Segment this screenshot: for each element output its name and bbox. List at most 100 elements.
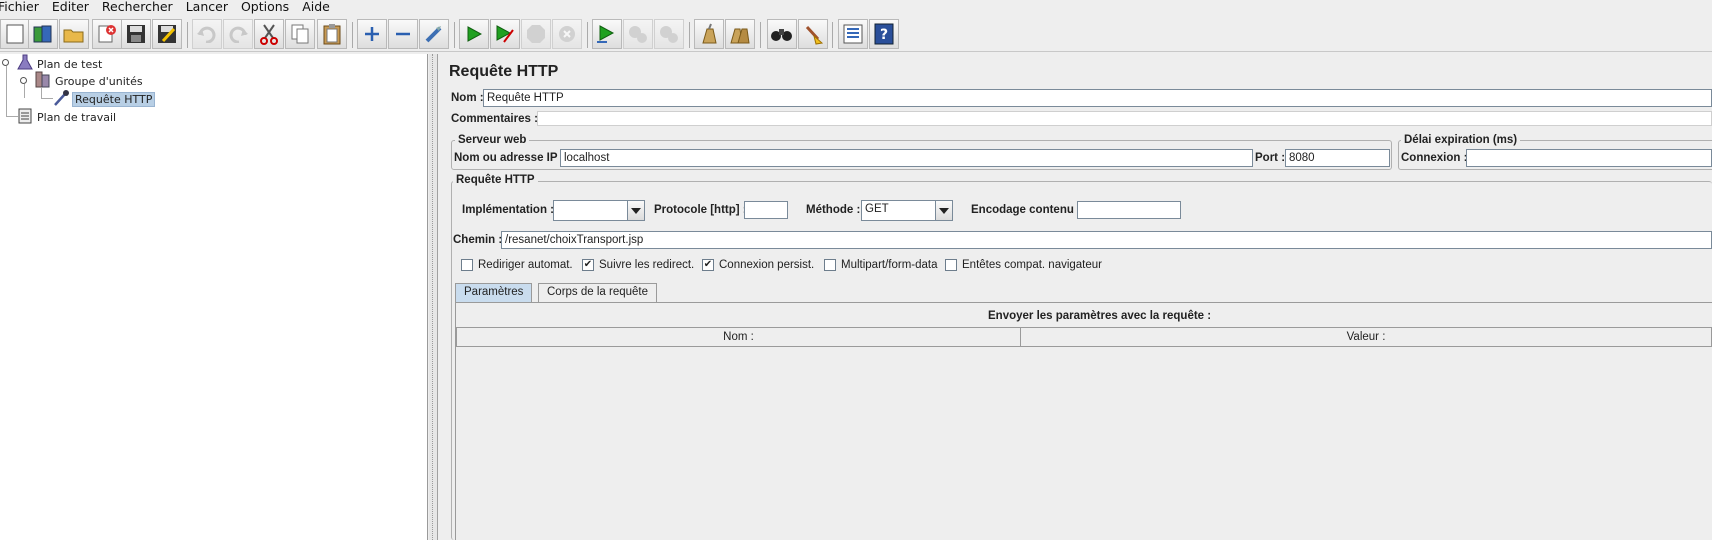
column-header-value[interactable]: Valeur : (1020, 327, 1712, 347)
start-no-pause-button[interactable] (490, 19, 520, 49)
close-button[interactable] (92, 19, 122, 49)
expand-button[interactable] (357, 19, 387, 49)
remote-start-icon (596, 24, 618, 44)
shutdown-button[interactable] (552, 19, 582, 49)
new-icon (6, 24, 24, 44)
function-helper-icon (843, 24, 863, 44)
collapse-button[interactable] (388, 19, 418, 49)
templates-button[interactable] (28, 19, 58, 49)
http-request-group-title: Requête HTTP (453, 174, 538, 186)
clear-all-icon (729, 23, 751, 45)
path-field[interactable]: /resanet/choixTransport.jsp (501, 231, 1712, 249)
help-button[interactable]: ? (869, 19, 899, 49)
chevron-down-icon[interactable] (627, 201, 644, 220)
implementation-select[interactable] (553, 200, 645, 221)
open-button[interactable] (59, 19, 89, 49)
connect-timeout-label: Connexion : (1401, 152, 1468, 164)
checkbox-label: Entêtes compat. navigateur (962, 259, 1102, 271)
toggle-button[interactable] (419, 19, 449, 49)
undo-button[interactable] (192, 19, 222, 49)
shutdown-icon (557, 24, 577, 44)
checkbox-box (945, 259, 957, 271)
paste-icon (322, 23, 342, 45)
new-button[interactable] (0, 19, 30, 49)
split-pane-divider[interactable] (429, 54, 438, 540)
svg-text:?: ? (880, 27, 888, 43)
timeout-title: Délai expiration (ms) (1401, 134, 1521, 146)
start-button[interactable] (459, 19, 489, 49)
clear-all-button[interactable] (725, 19, 755, 49)
paste-button[interactable] (317, 19, 347, 49)
expand-toggle[interactable] (2, 59, 9, 66)
stop-button[interactable] (521, 19, 551, 49)
undo-icon (196, 25, 218, 43)
host-field[interactable]: localhost (560, 149, 1253, 167)
tree-node-label: Requête HTTP (72, 91, 156, 107)
remote-stop-icon (627, 24, 649, 44)
remote-shutdown-button[interactable] (654, 19, 684, 49)
thread-group-icon (34, 71, 51, 91)
tree-line (6, 66, 7, 116)
toolbar-separator (689, 22, 690, 48)
menu-file[interactable]: Fichier (0, 0, 39, 14)
protocol-label: Protocole [http] : (654, 204, 747, 216)
start-icon (466, 25, 482, 43)
encoding-field[interactable] (1077, 201, 1181, 219)
save-as-icon (157, 24, 177, 44)
comments-field[interactable] (537, 111, 1712, 126)
checkbox-box (461, 259, 473, 271)
help-icon: ? (874, 23, 894, 45)
save-icon (126, 24, 146, 44)
clear-button[interactable] (694, 19, 724, 49)
menu-edit[interactable]: Editer (52, 0, 89, 14)
menu-options[interactable]: Options (241, 0, 289, 14)
redo-button[interactable] (223, 19, 253, 49)
checkbox-label: Rediriger automat. (478, 259, 573, 271)
cut-button[interactable] (254, 19, 284, 49)
reset-search-button[interactable] (798, 19, 828, 49)
redo-icon (227, 25, 249, 43)
chevron-down-icon[interactable] (935, 201, 952, 220)
remote-shutdown-icon (658, 24, 680, 44)
save-button[interactable] (121, 19, 151, 49)
column-header-name[interactable]: Nom : (456, 327, 1021, 347)
function-helper-button[interactable] (838, 19, 868, 49)
tree-node-label: Plan de test (37, 57, 103, 71)
keep-alive-checkbox[interactable]: ✔ Connexion persist. (702, 259, 814, 271)
http-request-panel: Requête HTTP Nom : Requête HTTP Commenta… (439, 54, 1712, 540)
menu-help[interactable]: Aide (302, 0, 330, 14)
method-select[interactable]: GET (861, 200, 953, 221)
tab-request-body[interactable]: Corps de la requête (538, 283, 658, 302)
tree-node-label: Plan de travail (37, 110, 117, 124)
multipart-checkbox[interactable]: Multipart/form-data (824, 259, 938, 271)
tree-line (24, 84, 25, 98)
follow-redirects-checkbox[interactable]: ✔ Suivre les redirect. (582, 259, 694, 271)
expand-toggle[interactable] (20, 77, 27, 84)
tab-parameters[interactable]: Paramètres (455, 283, 533, 302)
browser-headers-checkbox[interactable]: Entêtes compat. navigateur (945, 259, 1102, 271)
save-as-button[interactable] (152, 19, 182, 49)
menu-run[interactable]: Lancer (186, 0, 228, 14)
page-title: Requête HTTP (449, 63, 559, 80)
port-field[interactable]: 8080 (1285, 149, 1390, 167)
tree-node-thread-group[interactable]: Groupe d'unités (34, 71, 145, 91)
connect-timeout-field[interactable] (1466, 149, 1712, 167)
tree-node-http-request[interactable]: Requête HTTP (53, 89, 156, 109)
auto-redirect-checkbox[interactable]: Rediriger automat. (461, 259, 573, 271)
clear-icon (699, 23, 719, 45)
search-button[interactable] (767, 19, 797, 49)
protocol-field[interactable] (744, 201, 788, 219)
name-field[interactable]: Requête HTTP (483, 89, 1712, 107)
menu-bar: Fichier Editer Rechercher Lancer Options… (0, 0, 1712, 14)
start-no-pause-icon (495, 24, 515, 44)
encoding-label: Encodage contenu : (971, 204, 1081, 216)
clipboard-icon (17, 107, 33, 127)
tree-node-workbench[interactable]: Plan de travail (17, 107, 118, 127)
method-value: GET (865, 203, 889, 215)
method-label: Méthode : (806, 204, 861, 216)
tree-line (41, 98, 53, 99)
remote-start-button[interactable] (592, 19, 622, 49)
copy-button[interactable] (285, 19, 315, 49)
menu-search[interactable]: Rechercher (102, 0, 173, 14)
remote-stop-button[interactable] (623, 19, 653, 49)
